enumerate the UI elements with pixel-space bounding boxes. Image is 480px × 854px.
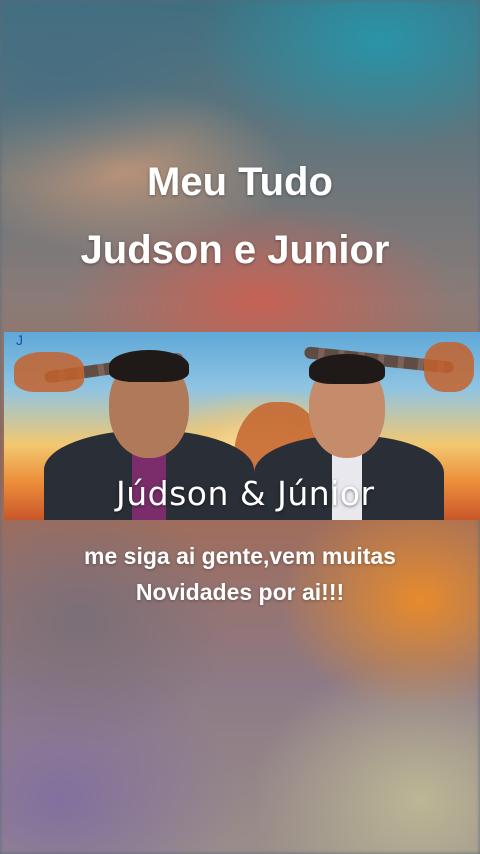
post-title-line-1: Meu Tudo xyxy=(147,160,333,204)
artist-banner-image: J Júdson & Júnior xyxy=(4,332,480,520)
post-title-line-2: Judson e Junior xyxy=(80,228,390,272)
post-caption: me siga ai gente,vem muitas Novidades po… xyxy=(84,543,396,605)
duo-logo-text: Júdson & Júnior xyxy=(116,474,375,513)
corner-logo-mark: J xyxy=(16,332,23,348)
